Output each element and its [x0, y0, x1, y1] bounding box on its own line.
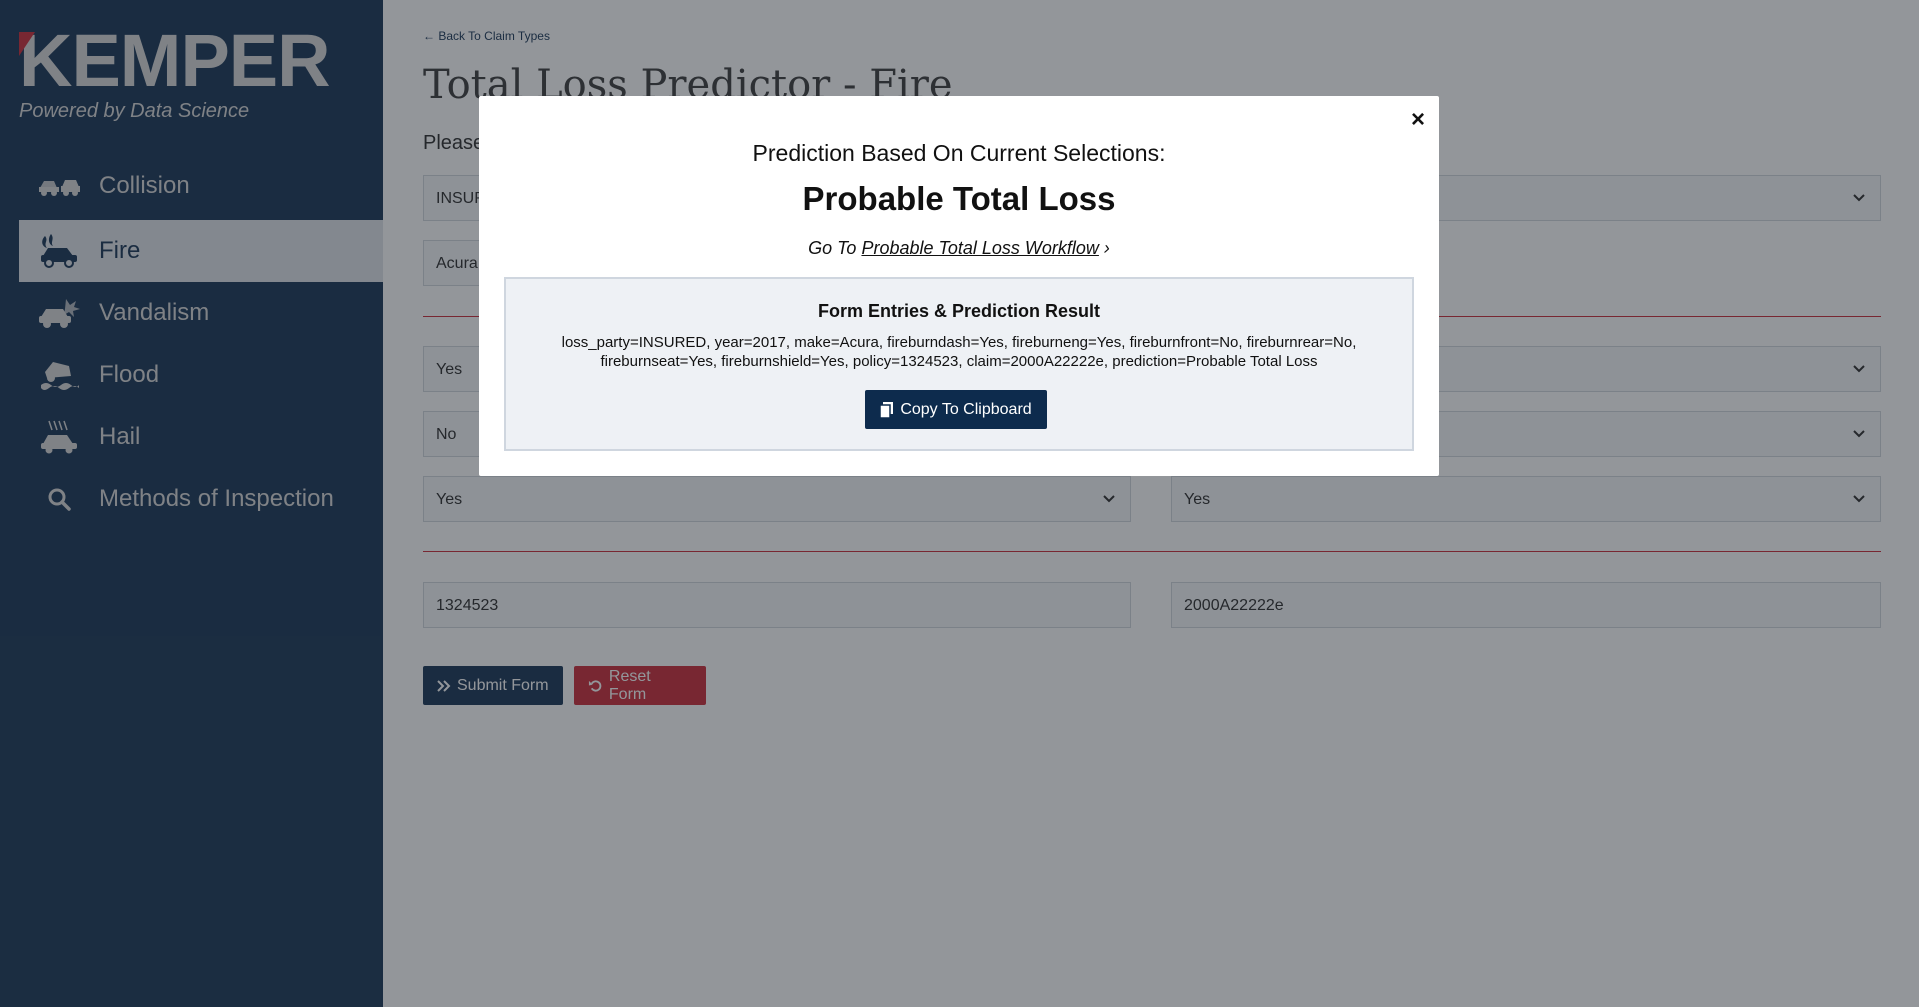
copy-to-clipboard-button[interactable]: Copy To Clipboard [865, 390, 1047, 429]
copy-label: Copy To Clipboard [900, 400, 1032, 418]
prediction-modal: × Prediction Based On Current Selections… [479, 96, 1439, 476]
result-box: Form Entries & Prediction Result loss_pa… [504, 277, 1414, 451]
goto-prefix: Go To [808, 238, 857, 258]
result-title: Form Entries & Prediction Result [817, 301, 1101, 321]
chevron-right-icon: › [1103, 238, 1110, 258]
close-icon[interactable]: × [1411, 108, 1425, 132]
modal-subtitle: Prediction Based On Current Selections: [752, 140, 1166, 166]
workflow-link[interactable]: Probable Total Loss Workflow [861, 238, 1098, 258]
result-text: loss_party=INSURED, year=2017, make=Acur… [561, 334, 1357, 370]
workflow-link-row: Go To Probable Total Loss Workflow › [479, 238, 1439, 259]
clipboard-icon [880, 401, 894, 418]
prediction-title: Probable Total Loss [802, 180, 1116, 217]
